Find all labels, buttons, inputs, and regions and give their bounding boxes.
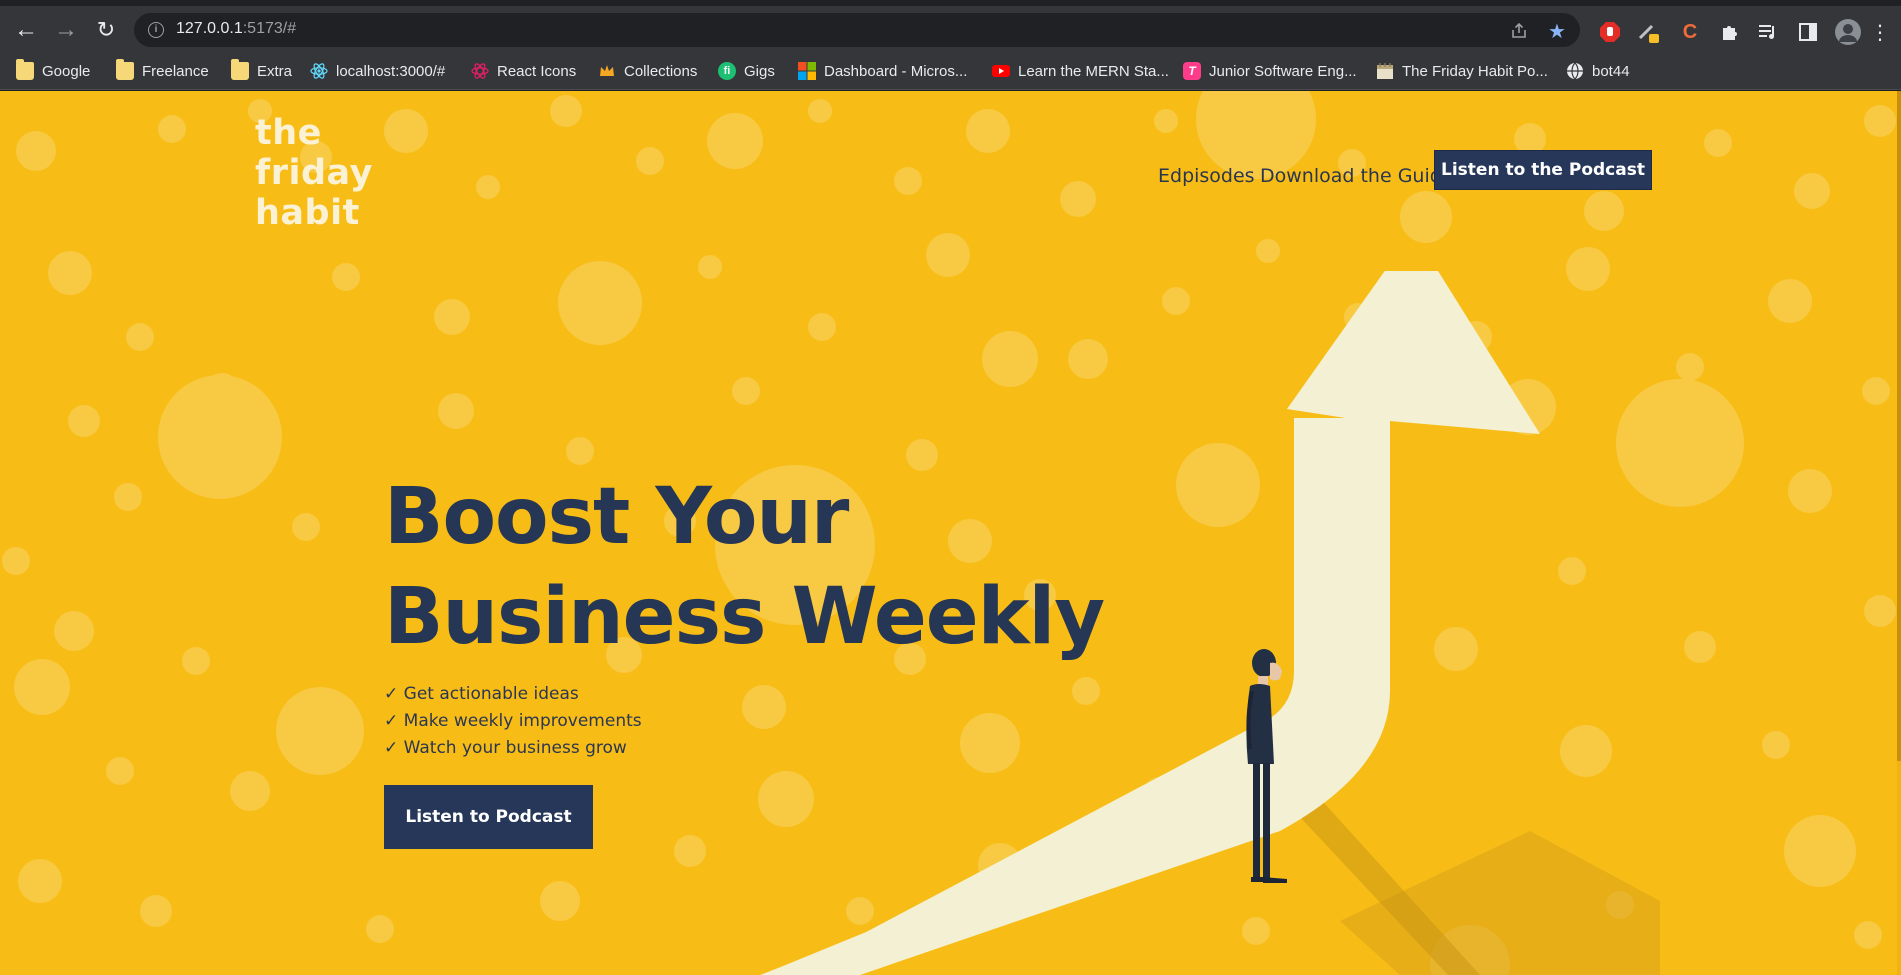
bookmark-google[interactable]: Google <box>16 59 90 83</box>
media-queue-icon[interactable] <box>1754 18 1782 46</box>
react-icon <box>310 62 328 80</box>
bookmark-label: Gigs <box>744 62 775 80</box>
back-icon[interactable]: ← <box>8 12 44 48</box>
bookmark-react-icons[interactable]: React Icons <box>471 59 576 83</box>
t-icon: T <box>1183 62 1201 80</box>
browser-toolbar: ← → ↻ i 127.0.0.1:5173/# ★ C ⋮ <box>0 0 1901 52</box>
adblock-extension-icon[interactable] <box>1596 18 1624 46</box>
bookmark-extra[interactable]: Extra <box>231 59 292 83</box>
bookmark-bot44[interactable]: bot44 <box>1566 59 1630 83</box>
logo-line-3: habit <box>255 193 360 233</box>
pen-extension-icon[interactable] <box>1634 18 1662 46</box>
nav-episodes-link[interactable]: Edpisodes <box>1158 165 1255 187</box>
nav-download-guide-link[interactable]: Download the Guide <box>1260 165 1454 187</box>
bookmark-label: Junior Software Eng... <box>1209 62 1357 80</box>
logo-line-1: the <box>255 113 322 153</box>
bookmark-friday-habit[interactable]: The Friday Habit Po... <box>1376 59 1548 83</box>
profile-avatar-icon[interactable] <box>1834 18 1862 46</box>
nav-listen-podcast-button[interactable]: Listen to the Podcast <box>1434 150 1652 190</box>
url-rest: :5173/# <box>242 20 297 37</box>
scrollbar-thumb[interactable] <box>1897 91 1901 761</box>
hero-bullet: ✓ Get actionable ideas <box>384 684 579 704</box>
bookmark-dashboard[interactable]: Dashboard - Micros... <box>798 59 967 83</box>
react-icons-icon <box>471 62 489 80</box>
bookmark-junior[interactable]: T Junior Software Eng... <box>1183 59 1357 83</box>
extensions-puzzle-icon[interactable] <box>1716 18 1744 46</box>
url-host: 127.0.0.1 <box>176 20 243 37</box>
hero-bullet: ✓ Make weekly improvements <box>384 711 642 731</box>
forward-icon[interactable]: → <box>48 12 84 48</box>
crown-icon <box>598 62 616 80</box>
bookmark-label: Google <box>42 62 91 80</box>
bookmarks-bar: Google Freelance Extra localhost:3000/# … <box>0 52 1901 90</box>
bookmark-label: Collections <box>624 62 698 80</box>
c-extension-icon[interactable]: C <box>1676 18 1704 46</box>
arrow-head <box>1287 271 1540 434</box>
folder-icon <box>231 59 249 80</box>
bookmark-label: The Friday Habit Po... <box>1402 62 1548 80</box>
folder-icon <box>116 59 134 80</box>
microsoft-icon <box>798 62 816 80</box>
bookmark-label: Dashboard - Micros... <box>824 62 968 80</box>
hero-bullet: ✓ Watch your business grow <box>384 738 627 758</box>
site-info-icon[interactable]: i <box>148 22 164 38</box>
page-scrollbar[interactable] <box>1897 91 1901 975</box>
page-viewport: the friday habit Edpisodes Download the … <box>0 91 1901 975</box>
bookmark-label: Learn the MERN Sta... <box>1018 62 1169 80</box>
bookmark-label: Freelance <box>142 62 209 80</box>
site-logo[interactable]: the friday habit <box>255 113 373 233</box>
bookmark-label: Extra <box>257 62 293 80</box>
bookmark-label: React Icons <box>497 62 577 80</box>
bookmark-gigs[interactable]: fi Gigs <box>718 59 775 83</box>
side-panel-icon[interactable] <box>1794 18 1822 46</box>
youtube-icon <box>992 62 1010 80</box>
hero-arrow-illustration <box>760 271 1660 975</box>
browser-menu-icon[interactable]: ⋮ <box>1866 18 1894 46</box>
reload-icon[interactable]: ↻ <box>88 12 124 48</box>
bookmark-localhost[interactable]: localhost:3000/# <box>310 59 445 83</box>
logo-line-2: friday <box>255 153 373 193</box>
fiverr-icon: fi <box>718 62 736 80</box>
folder-icon <box>16 59 34 80</box>
share-icon[interactable] <box>1508 20 1530 42</box>
address-bar[interactable]: i 127.0.0.1:5173/# ★ <box>134 13 1580 47</box>
hero-listen-podcast-button[interactable]: Listen to Podcast <box>384 785 593 849</box>
globe-icon <box>1566 62 1584 80</box>
bookmark-freelance[interactable]: Freelance <box>116 59 209 83</box>
hero-bullet-list: ✓ Get actionable ideas ✓ Make weekly imp… <box>384 681 642 762</box>
bookmark-label: localhost:3000/# <box>336 62 446 80</box>
bookmark-star-icon[interactable]: ★ <box>1546 20 1568 43</box>
bookmark-mern[interactable]: Learn the MERN Sta... <box>992 59 1169 83</box>
calendar-icon <box>1376 62 1394 80</box>
bookmark-collections[interactable]: Collections <box>598 59 697 83</box>
bookmark-label: bot44 <box>1592 62 1630 80</box>
url-text[interactable]: 127.0.0.1:5173/# <box>176 20 296 38</box>
